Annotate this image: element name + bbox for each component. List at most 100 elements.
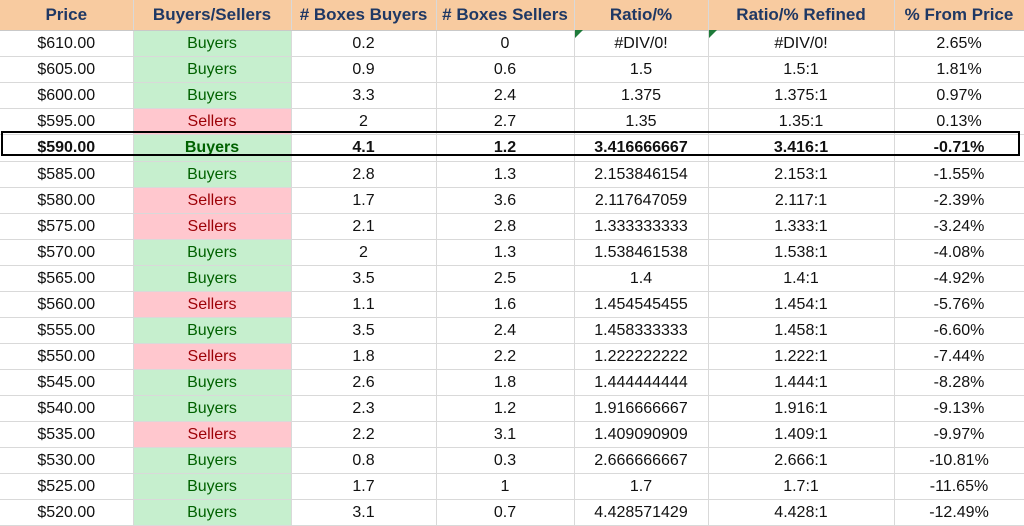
side-cell[interactable]: Buyers bbox=[133, 134, 292, 162]
ratio-refined-cell[interactable]: #DIV/0! bbox=[708, 30, 895, 57]
ratio-cell[interactable]: 1.458333333 bbox=[574, 317, 709, 344]
pct-from-price-cell[interactable]: -6.60% bbox=[894, 317, 1024, 344]
ratio-refined-cell[interactable]: 1.7:1 bbox=[708, 473, 895, 500]
pct-from-price-cell[interactable]: 1.81% bbox=[894, 56, 1024, 83]
ratio-cell[interactable]: 1.35 bbox=[574, 108, 709, 135]
boxes-sellers-cell[interactable]: 2.2 bbox=[436, 343, 575, 370]
boxes-sellers-cell[interactable]: 2.5 bbox=[436, 265, 575, 292]
price-cell[interactable]: $550.00 bbox=[0, 343, 134, 370]
pct-from-price-cell[interactable]: -0.71% bbox=[894, 134, 1024, 162]
ratio-cell[interactable]: 1.5 bbox=[574, 56, 709, 83]
header-ratio-refined[interactable]: Ratio/% Refined bbox=[708, 0, 895, 31]
boxes-sellers-cell[interactable]: 2.4 bbox=[436, 317, 575, 344]
boxes-sellers-cell[interactable]: 1.8 bbox=[436, 369, 575, 396]
ratio-cell[interactable]: 1.444444444 bbox=[574, 369, 709, 396]
pct-from-price-cell[interactable]: -5.76% bbox=[894, 291, 1024, 318]
ratio-refined-cell[interactable]: 1.916:1 bbox=[708, 395, 895, 422]
price-cell[interactable]: $560.00 bbox=[0, 291, 134, 318]
pct-from-price-cell[interactable]: -8.28% bbox=[894, 369, 1024, 396]
ratio-cell[interactable]: 1.454545455 bbox=[574, 291, 709, 318]
side-cell[interactable]: Buyers bbox=[133, 369, 292, 396]
boxes-buyers-cell[interactable]: 2.3 bbox=[291, 395, 437, 422]
boxes-buyers-cell[interactable]: 2 bbox=[291, 239, 437, 266]
pct-from-price-cell[interactable]: -10.81% bbox=[894, 447, 1024, 474]
pct-from-price-cell[interactable]: 0.97% bbox=[894, 82, 1024, 109]
side-cell[interactable]: Sellers bbox=[133, 213, 292, 240]
price-cell[interactable]: $585.00 bbox=[0, 161, 134, 188]
ratio-refined-cell[interactable]: 2.117:1 bbox=[708, 187, 895, 214]
boxes-buyers-cell[interactable]: 3.5 bbox=[291, 317, 437, 344]
boxes-sellers-cell[interactable]: 2.7 bbox=[436, 108, 575, 135]
boxes-buyers-cell[interactable]: 2.1 bbox=[291, 213, 437, 240]
boxes-buyers-cell[interactable]: 0.9 bbox=[291, 56, 437, 83]
side-cell[interactable]: Sellers bbox=[133, 187, 292, 214]
ratio-refined-cell[interactable]: 1.444:1 bbox=[708, 369, 895, 396]
side-cell[interactable]: Buyers bbox=[133, 395, 292, 422]
boxes-buyers-cell[interactable]: 2.8 bbox=[291, 161, 437, 188]
header-ratio[interactable]: Ratio/% bbox=[574, 0, 709, 31]
price-cell[interactable]: $565.00 bbox=[0, 265, 134, 292]
ratio-cell[interactable]: 1.375 bbox=[574, 82, 709, 109]
ratio-refined-cell[interactable]: 1.538:1 bbox=[708, 239, 895, 266]
price-cell[interactable]: $595.00 bbox=[0, 108, 134, 135]
side-cell[interactable]: Buyers bbox=[133, 82, 292, 109]
boxes-buyers-cell[interactable]: 0.8 bbox=[291, 447, 437, 474]
boxes-buyers-cell[interactable]: 3.5 bbox=[291, 265, 437, 292]
side-cell[interactable]: Buyers bbox=[133, 447, 292, 474]
price-cell[interactable]: $555.00 bbox=[0, 317, 134, 344]
boxes-sellers-cell[interactable]: 1.2 bbox=[436, 395, 575, 422]
header-boxes-sellers[interactable]: # Boxes Sellers bbox=[436, 0, 575, 31]
price-cell[interactable]: $605.00 bbox=[0, 56, 134, 83]
boxes-buyers-cell[interactable]: 3.3 bbox=[291, 82, 437, 109]
side-cell[interactable]: Buyers bbox=[133, 239, 292, 266]
price-cell[interactable]: $610.00 bbox=[0, 30, 134, 57]
boxes-sellers-cell[interactable]: 0.3 bbox=[436, 447, 575, 474]
ratio-cell[interactable]: 2.117647059 bbox=[574, 187, 709, 214]
header-pct-from-price[interactable]: % From Price bbox=[894, 0, 1024, 31]
side-cell[interactable]: Buyers bbox=[133, 30, 292, 57]
boxes-sellers-cell[interactable]: 2.8 bbox=[436, 213, 575, 240]
boxes-sellers-cell[interactable]: 1.2 bbox=[436, 134, 575, 162]
pct-from-price-cell[interactable]: -3.24% bbox=[894, 213, 1024, 240]
ratio-refined-cell[interactable]: 2.666:1 bbox=[708, 447, 895, 474]
ratio-cell[interactable]: 2.153846154 bbox=[574, 161, 709, 188]
price-cell[interactable]: $600.00 bbox=[0, 82, 134, 109]
boxes-buyers-cell[interactable]: 1.7 bbox=[291, 187, 437, 214]
boxes-sellers-cell[interactable]: 3.1 bbox=[436, 421, 575, 448]
boxes-buyers-cell[interactable]: 1.8 bbox=[291, 343, 437, 370]
pct-from-price-cell[interactable]: -2.39% bbox=[894, 187, 1024, 214]
pct-from-price-cell[interactable]: -7.44% bbox=[894, 343, 1024, 370]
price-cell[interactable]: $545.00 bbox=[0, 369, 134, 396]
side-cell[interactable]: Sellers bbox=[133, 108, 292, 135]
ratio-cell[interactable]: 1.7 bbox=[574, 473, 709, 500]
ratio-cell[interactable]: 3.416666667 bbox=[574, 134, 709, 162]
pct-from-price-cell[interactable]: 0.13% bbox=[894, 108, 1024, 135]
pct-from-price-cell[interactable]: 2.65% bbox=[894, 30, 1024, 57]
header-buyers-sellers[interactable]: Buyers/Sellers bbox=[133, 0, 292, 31]
boxes-sellers-cell[interactable]: 1.3 bbox=[436, 239, 575, 266]
boxes-sellers-cell[interactable]: 0.6 bbox=[436, 56, 575, 83]
boxes-buyers-cell[interactable]: 1.1 bbox=[291, 291, 437, 318]
side-cell[interactable]: Buyers bbox=[133, 473, 292, 500]
boxes-buyers-cell[interactable]: 4.1 bbox=[291, 134, 437, 162]
side-cell[interactable]: Buyers bbox=[133, 265, 292, 292]
pct-from-price-cell[interactable]: -9.97% bbox=[894, 421, 1024, 448]
price-cell[interactable]: $540.00 bbox=[0, 395, 134, 422]
ratio-refined-cell[interactable]: 2.153:1 bbox=[708, 161, 895, 188]
side-cell[interactable]: Buyers bbox=[133, 56, 292, 83]
boxes-sellers-cell[interactable]: 1.6 bbox=[436, 291, 575, 318]
price-cell[interactable]: $580.00 bbox=[0, 187, 134, 214]
price-cell[interactable]: $535.00 bbox=[0, 421, 134, 448]
header-boxes-buyers[interactable]: # Boxes Buyers bbox=[291, 0, 437, 31]
boxes-buyers-cell[interactable]: 0.2 bbox=[291, 30, 437, 57]
boxes-sellers-cell[interactable]: 2.4 bbox=[436, 82, 575, 109]
boxes-buyers-cell[interactable]: 2.6 bbox=[291, 369, 437, 396]
boxes-sellers-cell[interactable]: 1.3 bbox=[436, 161, 575, 188]
boxes-sellers-cell[interactable]: 1 bbox=[436, 473, 575, 500]
boxes-buyers-cell[interactable]: 1.7 bbox=[291, 473, 437, 500]
ratio-refined-cell[interactable]: 1.333:1 bbox=[708, 213, 895, 240]
ratio-cell[interactable]: #DIV/0! bbox=[574, 30, 709, 57]
side-cell[interactable]: Buyers bbox=[133, 317, 292, 344]
price-cell[interactable]: $530.00 bbox=[0, 447, 134, 474]
ratio-cell[interactable]: 1.333333333 bbox=[574, 213, 709, 240]
